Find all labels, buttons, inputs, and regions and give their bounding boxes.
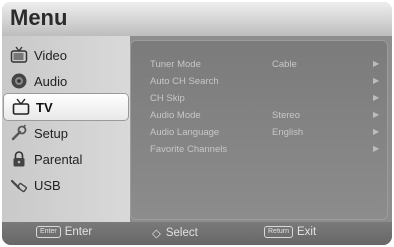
- sidebar-item-label: Audio: [34, 73, 68, 89]
- wrench-icon: [8, 122, 30, 144]
- setting-value: Stereo: [272, 110, 300, 121]
- exit-hint-label: Exit: [297, 226, 317, 238]
- chevron-right-icon: ▶: [373, 127, 380, 136]
- setting-name: Audio Language: [150, 127, 220, 138]
- setting-name: Audio Mode: [150, 110, 201, 121]
- setting-value: Cable: [272, 59, 297, 70]
- exit-hint: Return Exit: [264, 226, 316, 238]
- chevron-right-icon: ▶: [373, 93, 380, 102]
- dpad-icon: ◇: [152, 228, 161, 240]
- sidebar-item-parental[interactable]: Parental: [2, 146, 130, 172]
- setting-name: CH Skip: [150, 93, 185, 104]
- usb-plug-icon: [8, 174, 30, 196]
- sidebar-item-video[interactable]: Video: [2, 42, 130, 68]
- sidebar-item-audio[interactable]: Audio: [2, 68, 130, 94]
- category-sidebar: Video Audio TV Setup Parental USB: [2, 36, 130, 222]
- chevron-right-icon: ▶: [373, 110, 380, 119]
- setting-name: Tuner Mode: [150, 59, 201, 70]
- sidebar-item-setup[interactable]: Setup: [2, 120, 130, 146]
- setting-name: Favorite Channels: [150, 144, 228, 155]
- select-hint-label: Select: [165, 227, 198, 239]
- enter-key-icon: Enter: [36, 226, 61, 238]
- setting-row-tuner-mode[interactable]: Tuner Mode Cable ▶: [130, 57, 388, 74]
- setting-row-audio-language[interactable]: Audio Language English ▶: [130, 125, 388, 142]
- setting-row-ch-skip[interactable]: CH Skip ▶: [130, 91, 388, 108]
- sidebar-item-label: Setup: [34, 125, 68, 141]
- select-hint: ◇ Select: [152, 226, 198, 240]
- sidebar-item-label: TV: [36, 99, 53, 115]
- tv-settings-panel: Tuner Mode Cable ▶ Auto CH Search ▶ CH S…: [130, 40, 388, 220]
- chevron-right-icon: ▶: [373, 144, 380, 153]
- button-hint-bar: Enter Enter ◇ Select Return Exit: [2, 222, 392, 245]
- menu-title-bar: Menu: [2, 2, 392, 36]
- menu-title: Menu: [10, 5, 68, 30]
- setting-row-favorite-channels[interactable]: Favorite Channels ▶: [130, 142, 388, 159]
- setting-value: English: [272, 127, 304, 138]
- chevron-right-icon: ▶: [373, 59, 380, 68]
- sidebar-item-label: Parental: [34, 151, 83, 167]
- enter-hint-label: Enter: [64, 226, 93, 238]
- speaker-icon: [8, 70, 30, 92]
- sidebar-item-label: Video: [34, 47, 68, 63]
- sidebar-item-tv[interactable]: TV: [4, 94, 128, 120]
- sidebar-item-usb[interactable]: USB: [2, 172, 130, 198]
- tv-menu-window: Menu Video Audio TV Setup Parental USB T…: [2, 2, 392, 245]
- setting-row-audio-mode[interactable]: Audio Mode Stereo ▶: [130, 108, 388, 125]
- setting-row-auto-ch-search[interactable]: Auto CH Search ▶: [130, 74, 388, 91]
- setting-name: Auto CH Search: [150, 76, 219, 87]
- enter-hint: Enter Enter: [36, 226, 92, 238]
- sidebar-item-label: USB: [34, 177, 61, 193]
- return-key-icon: Return: [264, 226, 294, 238]
- antenna-tv-icon: [10, 96, 32, 118]
- tv-set-icon: [8, 44, 30, 66]
- chevron-right-icon: ▶: [373, 76, 380, 85]
- padlock-icon: [8, 148, 30, 170]
